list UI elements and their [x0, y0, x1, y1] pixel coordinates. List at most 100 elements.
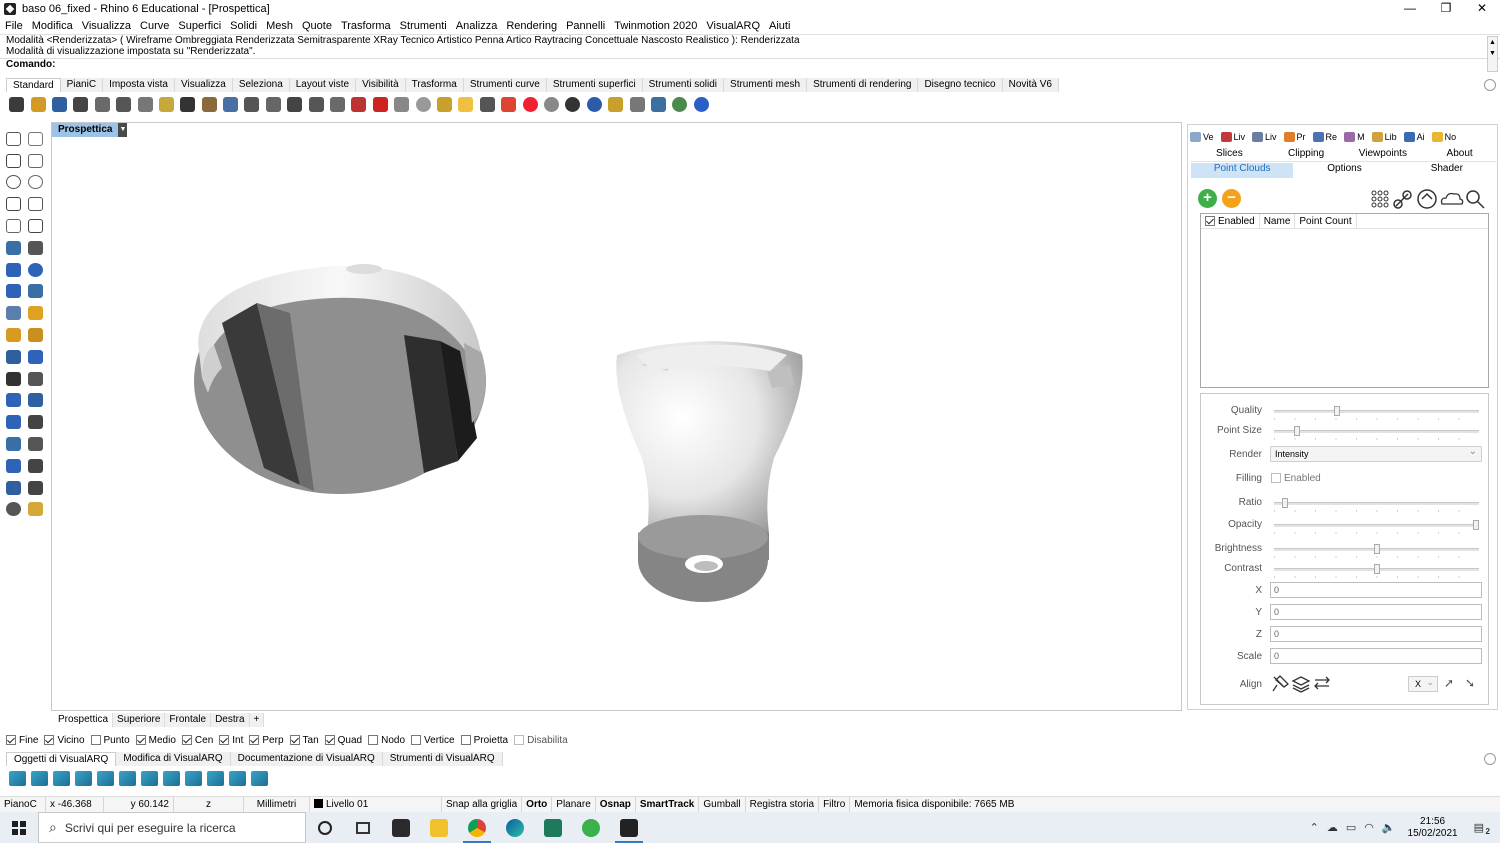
undo-button[interactable]	[177, 94, 198, 114]
cylinder-tool[interactable]	[2, 281, 24, 303]
zoom-extents-button[interactable]	[284, 94, 305, 114]
visualarq-window-button[interactable]	[116, 768, 138, 788]
osnap-punto[interactable]: Punto	[90, 735, 130, 746]
file-explorer-app[interactable]	[420, 812, 458, 843]
fillet-tool[interactable]	[2, 324, 24, 346]
visualarq-door-button[interactable]	[138, 768, 160, 788]
align-axis-select[interactable]: X ⌄	[1408, 676, 1438, 692]
sphere-tool[interactable]	[24, 259, 46, 281]
enabled-column-header[interactable]: Enabled	[1201, 213, 1260, 229]
toolbar-tab-seleziona[interactable]: Seleziona	[232, 78, 290, 92]
panel-tab-pr-3[interactable]: Pr	[1282, 129, 1308, 145]
link-icon[interactable]	[1393, 190, 1412, 209]
visualarq-roof-button[interactable]	[204, 768, 226, 788]
new-button[interactable]	[6, 94, 27, 114]
align-pick-icon[interactable]: ➚	[1444, 676, 1454, 690]
point-cloud-table[interactable]: Enabled Name Point Count	[1200, 213, 1489, 388]
panel-tab-liv-2[interactable]: Liv	[1250, 129, 1279, 145]
grid-button[interactable]	[348, 94, 369, 114]
measure-tool[interactable]	[24, 433, 46, 455]
osnap-checkbox[interactable]	[368, 735, 379, 745]
subtab-slices[interactable]: Slices	[1191, 148, 1268, 161]
gumball-toggle[interactable]: Gumball	[699, 796, 746, 813]
contrast-slider-thumb[interactable]	[1373, 564, 1380, 574]
rhino-app[interactable]	[610, 812, 648, 843]
render-mode-select[interactable]: Intensity	[1270, 444, 1482, 462]
menu-twinmotion-2020[interactable]: Twinmotion 2020	[614, 20, 697, 32]
menu-visualarq[interactable]: VisualARQ	[706, 20, 760, 32]
surface-tool[interactable]	[2, 302, 24, 324]
menu-rendering[interactable]: Rendering	[506, 20, 557, 32]
align-layers-icon[interactable]	[1291, 676, 1311, 693]
align-swap-icon[interactable]	[1314, 676, 1330, 690]
taskbar-search[interactable]: ⌕ Scrivi qui per eseguire la ricerca	[38, 812, 306, 843]
osnap-checkbox[interactable]	[324, 735, 335, 745]
move-view-button[interactable]	[220, 94, 241, 114]
visualarq-element-button[interactable]	[248, 768, 270, 788]
contrast-slider[interactable]	[1274, 564, 1479, 578]
visualarq-tab-documentazione-di-visualarq[interactable]: Documentazione di VisualARQ	[230, 752, 383, 766]
array-tool[interactable]	[2, 455, 24, 477]
visualarq-settings-icon[interactable]	[1484, 753, 1496, 765]
toolbar-tab-standard[interactable]: Standard	[6, 78, 61, 92]
boolean-tool[interactable]	[24, 346, 46, 368]
history-toggle[interactable]: Registra storia	[746, 796, 820, 813]
x-input[interactable]: 0	[1270, 582, 1482, 598]
cut-button[interactable]	[113, 94, 134, 114]
add-viewport-tab-icon[interactable]: +	[249, 713, 265, 727]
toolbar-tab-strumenti-solidi[interactable]: Strumenti solidi	[642, 78, 725, 92]
planar-toggle[interactable]: Planare	[552, 796, 596, 813]
align-apply-icon[interactable]: ➘	[1465, 676, 1475, 690]
pan-button[interactable]	[199, 94, 220, 114]
circle-button[interactable]	[412, 94, 433, 114]
visualarq-tab-oggetti-di-visualarq[interactable]: Oggetti di VisualARQ	[6, 752, 117, 766]
toolbar-tab-strumenti-mesh[interactable]: Strumenti mesh	[724, 78, 808, 92]
osnap-tan[interactable]: Tan	[289, 735, 319, 746]
ratio-slider-thumb[interactable]	[1281, 498, 1288, 508]
osnap-medio[interactable]: Medio	[135, 735, 176, 746]
osnap-checkbox[interactable]	[249, 735, 260, 745]
light-button[interactable]	[434, 94, 455, 114]
color-wheel-button[interactable]	[519, 94, 540, 114]
subtab-viewpoints[interactable]: Viewpoints	[1345, 148, 1422, 161]
menu-superfici[interactable]: Superfici	[178, 20, 221, 32]
toolbar-tab-strumenti-di-rendering[interactable]: Strumenti di rendering	[807, 78, 919, 92]
menu-mesh[interactable]: Mesh	[266, 20, 293, 32]
chevron-up-icon[interactable]: ⌃	[1310, 821, 1319, 834]
opacity-slider-thumb[interactable]	[1473, 520, 1479, 530]
enabled-all-checkbox[interactable]	[1205, 215, 1215, 226]
toolbar-tab-disegno-tecnico[interactable]: Disegno tecnico	[918, 78, 1003, 92]
panel-tab-re-4[interactable]: Re	[1311, 129, 1340, 145]
viewport-tab-destra[interactable]: Destra	[211, 713, 250, 727]
visualarq-beam-button[interactable]	[94, 768, 116, 788]
material-tool[interactable]	[24, 499, 46, 521]
toolbar-tab-visualizza[interactable]: Visualizza	[174, 78, 233, 92]
check-tool[interactable]	[24, 477, 46, 499]
toolbar-tab-layout-viste[interactable]: Layout viste	[289, 78, 357, 92]
rotate-view-button[interactable]	[327, 94, 348, 114]
cortana-button[interactable]	[306, 812, 344, 843]
toolbar-tab-imposta-vista[interactable]: Imposta vista	[103, 78, 175, 92]
filling-enabled-checkbox[interactable]: Enabled	[1271, 473, 1321, 484]
rectangle-tool[interactable]	[24, 193, 46, 215]
quality-slider[interactable]	[1274, 406, 1479, 420]
filter-toggle[interactable]: Filtro	[819, 796, 851, 813]
subtab-point-clouds[interactable]: Point Clouds	[1191, 163, 1294, 178]
point-size-slider[interactable]	[1274, 426, 1479, 440]
osnap-vicino[interactable]: Vicino	[44, 735, 85, 746]
sketch-app[interactable]	[534, 812, 572, 843]
brightness-slider-thumb[interactable]	[1373, 544, 1380, 554]
dimension-tool[interactable]	[24, 390, 46, 412]
perspective-viewport[interactable]: Prospettica ▼	[51, 122, 1182, 711]
toolbar-tab-visibilit[interactable]: Visibilità	[356, 78, 406, 92]
osnap-disabilita[interactable]: Disabilita	[514, 735, 568, 746]
osnap-quad[interactable]: Quad	[324, 735, 362, 746]
close-button[interactable]: ✕	[1464, 0, 1500, 18]
viewport-tab-frontale[interactable]: Frontale	[165, 713, 212, 727]
viewport-title[interactable]: Prospettica	[52, 123, 119, 137]
point-size-slider-thumb[interactable]	[1293, 426, 1300, 436]
menu-visualizza[interactable]: Visualizza	[82, 20, 131, 32]
polyline-tool[interactable]	[2, 150, 24, 172]
sphere-blue-button[interactable]	[584, 94, 605, 114]
osnap-checkbox[interactable]	[411, 735, 422, 745]
